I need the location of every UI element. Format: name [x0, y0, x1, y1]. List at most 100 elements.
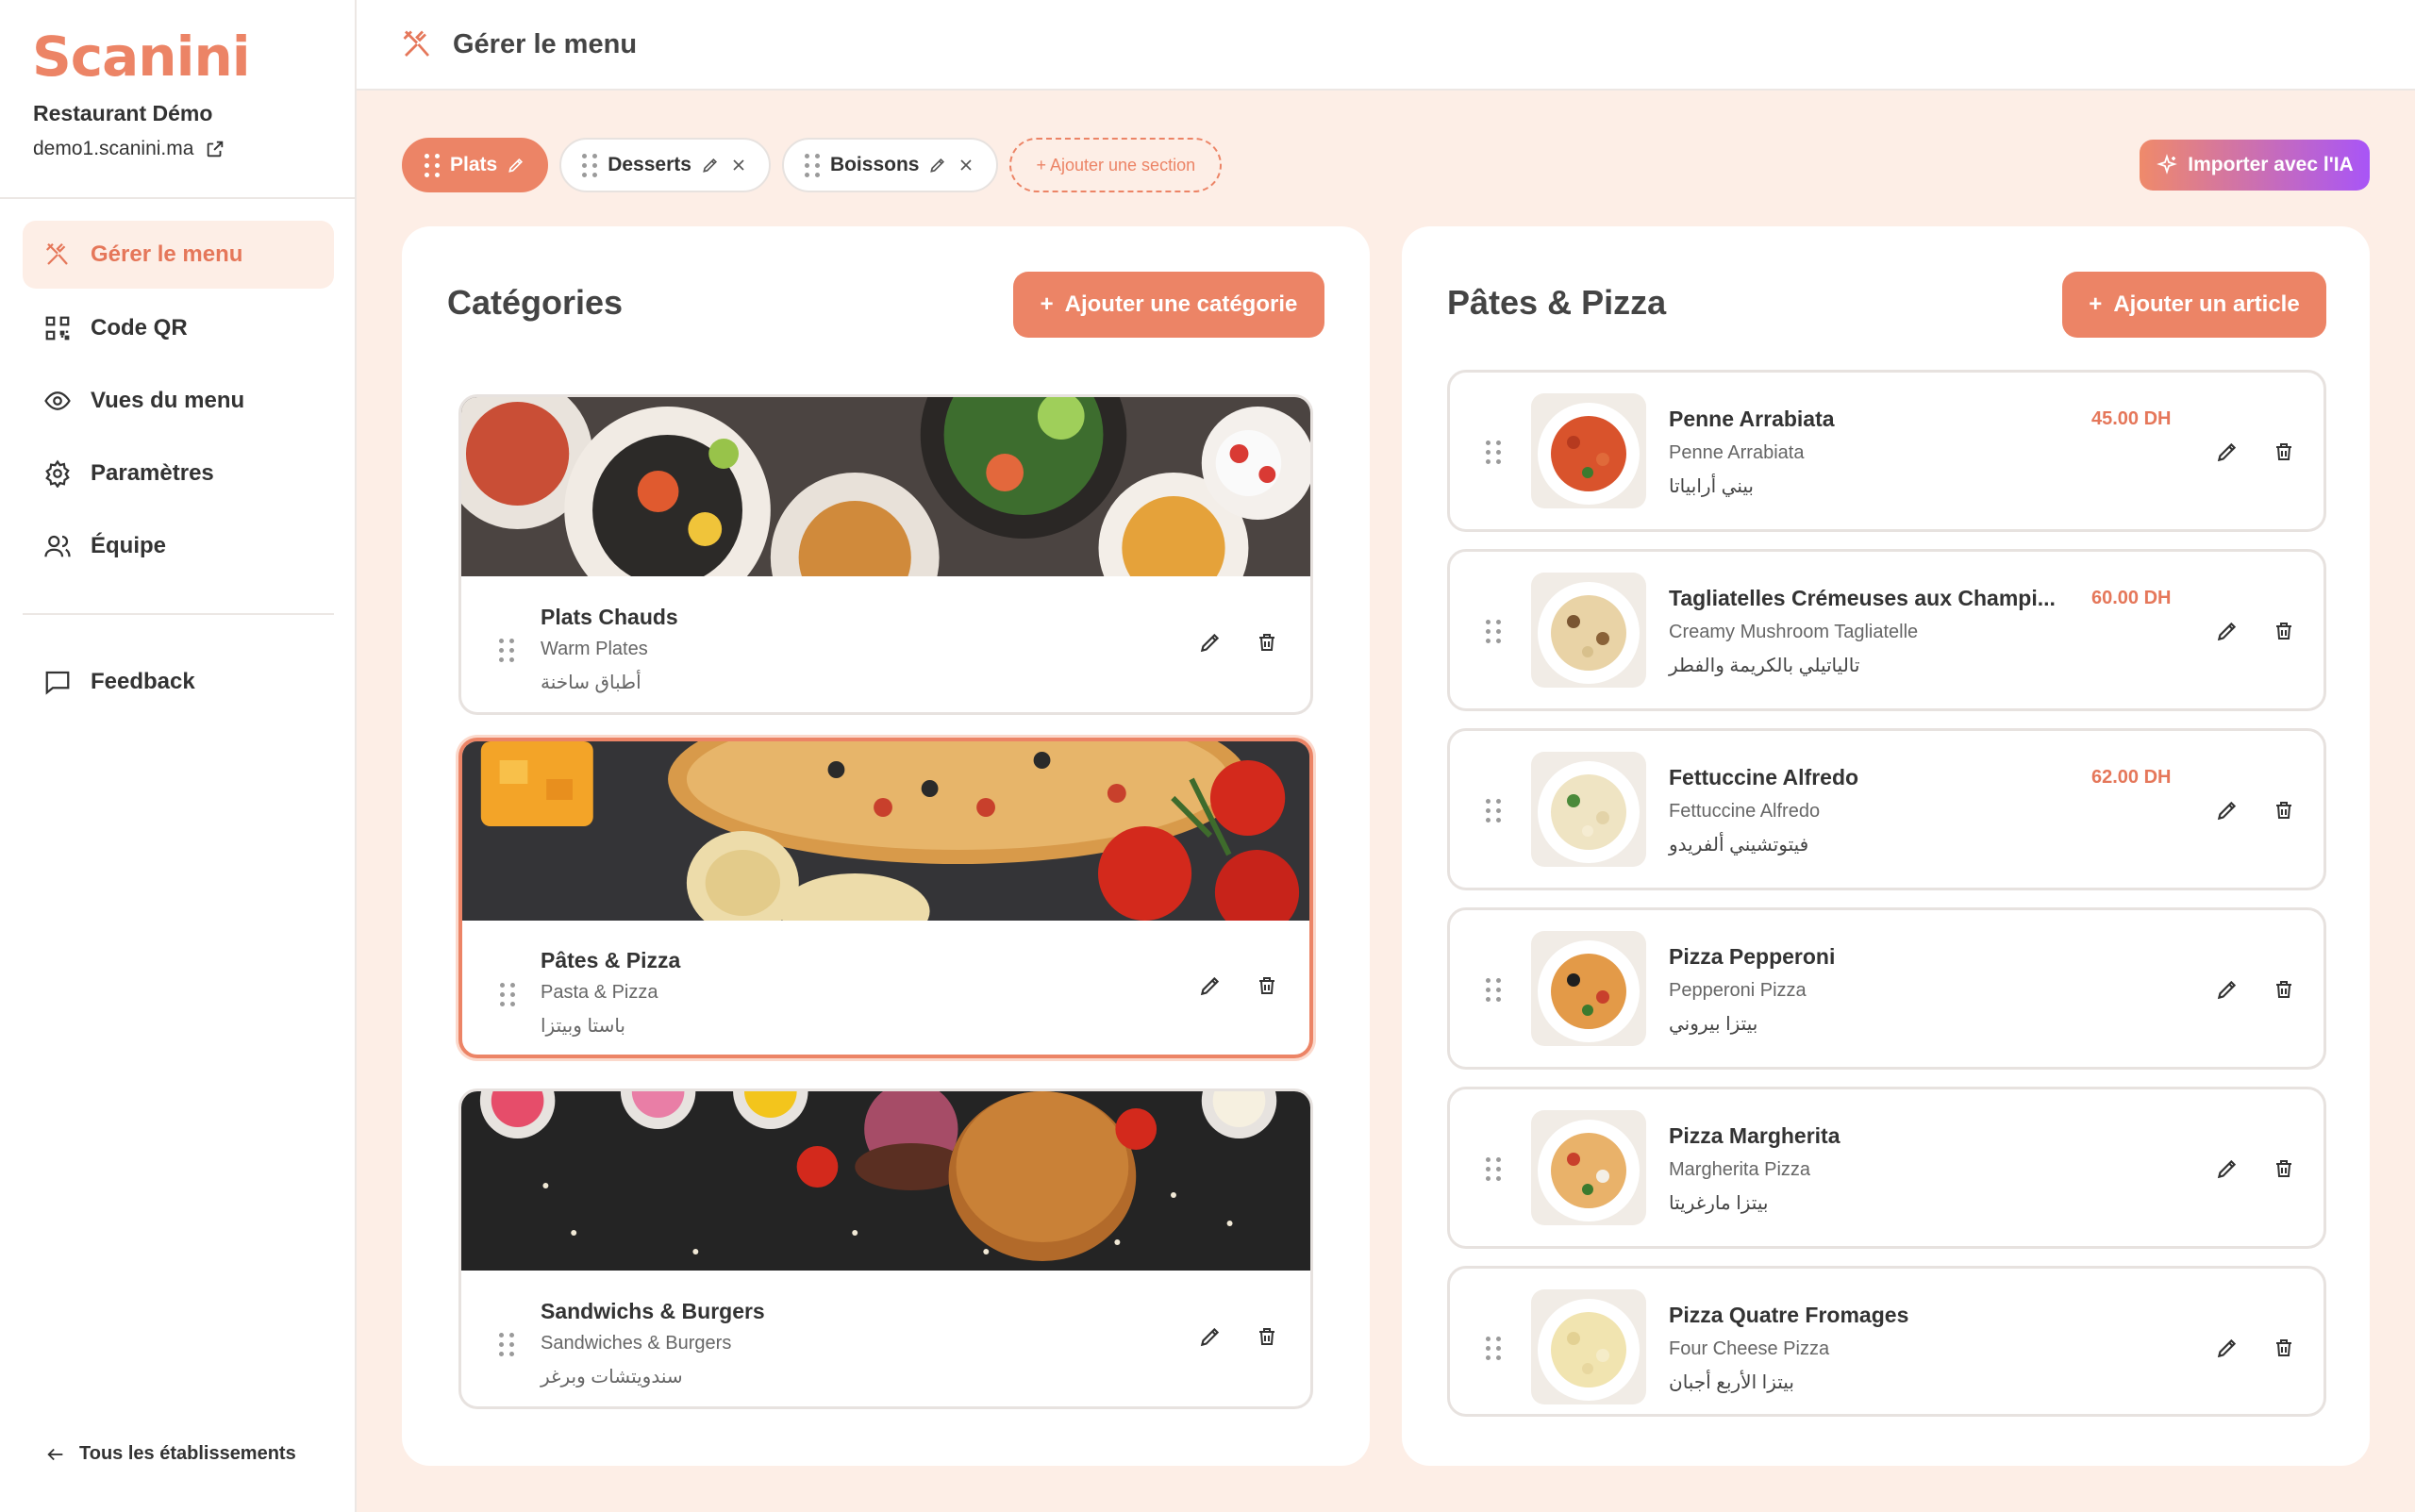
- edit-button[interactable]: [2210, 1152, 2244, 1186]
- sidebar-item-team[interactable]: Équipe: [23, 512, 334, 580]
- delete-button[interactable]: [1250, 625, 1284, 659]
- sparkles-icon: [2157, 154, 2178, 174]
- category-image: [461, 1091, 1310, 1271]
- delete-button[interactable]: [2267, 1152, 2301, 1186]
- all-establishments-link[interactable]: Tous les établissements: [45, 1443, 296, 1465]
- item-thumbnail: [1531, 931, 1646, 1046]
- tab-label: Desserts: [608, 154, 691, 175]
- restaurant-name: Restaurant Démo: [33, 101, 213, 125]
- drag-handle-icon[interactable]: [1486, 440, 1502, 464]
- delete-button[interactable]: [2267, 435, 2301, 469]
- item-name-en: Fettuccine Alfredo: [1669, 801, 1821, 822]
- drag-handle-icon[interactable]: [1486, 620, 1502, 643]
- drag-handle-icon[interactable]: [582, 153, 598, 177]
- delete-button[interactable]: [2267, 614, 2301, 648]
- eye-icon: [44, 391, 71, 410]
- pencil-icon[interactable]: [701, 156, 720, 174]
- item-price: 45.00 DH: [2091, 408, 2172, 429]
- drag-handle-icon[interactable]: [804, 153, 821, 177]
- pencil-icon: [2217, 622, 2237, 641]
- tab-boissons[interactable]: Boissons: [781, 138, 999, 192]
- sidebar-item-label: Vues du menu: [91, 388, 245, 413]
- sidebar-item-qr-code[interactable]: Code QR: [23, 294, 334, 362]
- drag-handle-icon[interactable]: [1486, 1157, 1502, 1181]
- app-logo[interactable]: Scanini: [32, 25, 251, 89]
- items-panel: Pâtes & Pizza + Ajouter un article Penne…: [1402, 226, 2370, 1466]
- edit-button[interactable]: [2210, 793, 2244, 827]
- sidebar-item-feedback[interactable]: Feedback: [23, 648, 334, 716]
- drag-handle-icon[interactable]: [1486, 1337, 1502, 1360]
- item-price: 60.00 DH: [2091, 588, 2172, 608]
- edit-button[interactable]: [1193, 969, 1227, 1003]
- item-card[interactable]: Penne Arrabiata Penne Arrabiata بيني أرا…: [1447, 370, 2326, 532]
- restaurant-url-link[interactable]: demo1.scanini.ma: [33, 138, 225, 160]
- trash-icon: [2276, 1160, 2291, 1177]
- category-name-en: Warm Plates: [541, 639, 648, 659]
- sidebar-item-manage-menu[interactable]: Gérer le menu: [23, 221, 334, 289]
- categories-title: Catégories: [447, 283, 624, 322]
- category-card-selected[interactable]: Pâtes & Pizza Pasta & Pizza باستا وبيتزا: [458, 738, 1313, 1058]
- pencil-icon: [2217, 980, 2237, 1000]
- section-tabs: Plats Desserts Boissons + Ajouter une se…: [402, 138, 1223, 192]
- tab-label: Boissons: [829, 154, 920, 175]
- edit-button[interactable]: [2210, 614, 2244, 648]
- delete-button[interactable]: [2267, 1331, 2301, 1365]
- pencil-icon[interactable]: [507, 156, 525, 174]
- category-name-ar: باستا وبيتزا: [541, 1016, 625, 1037]
- drag-handle-icon[interactable]: [499, 1333, 515, 1356]
- item-card[interactable]: Pizza Pepperoni Pepperoni Pizza بيتزا بي…: [1447, 907, 2326, 1070]
- item-name: Fettuccine Alfredo: [1669, 765, 1859, 789]
- plus-icon: +: [1040, 291, 1054, 317]
- edit-button[interactable]: [2210, 435, 2244, 469]
- drag-handle-icon[interactable]: [1486, 799, 1502, 822]
- drag-handle-icon[interactable]: [425, 153, 441, 177]
- edit-button[interactable]: [1193, 625, 1227, 659]
- item-thumbnail: [1531, 573, 1646, 688]
- pencil-icon: [2217, 1338, 2237, 1358]
- utensils-icon: [403, 30, 430, 57]
- sidebar: Scanini Restaurant Démo demo1.scanini.ma…: [0, 0, 357, 1512]
- qr-code-icon: [45, 316, 70, 341]
- item-card[interactable]: Pizza Quatre Fromages Four Cheese Pizza …: [1447, 1266, 2326, 1417]
- close-icon[interactable]: [957, 156, 975, 174]
- edit-button[interactable]: [2210, 972, 2244, 1006]
- item-name: Pizza Pepperoni: [1669, 944, 1836, 969]
- edit-button[interactable]: [2210, 1331, 2244, 1365]
- category-card[interactable]: Sandwichs & Burgers Sandwiches & Burgers…: [458, 1088, 1313, 1409]
- trash-icon: [2276, 1339, 2291, 1356]
- add-item-button[interactable]: + Ajouter un article: [2062, 272, 2326, 338]
- sidebar-item-menu-views[interactable]: Vues du menu: [23, 367, 334, 435]
- edit-button[interactable]: [1193, 1320, 1227, 1354]
- item-card[interactable]: Tagliatelles Crémeuses aux Champi... Cre…: [1447, 549, 2326, 711]
- pencil-icon[interactable]: [928, 156, 947, 174]
- item-thumbnail: [1531, 1110, 1646, 1225]
- page-header: Gérer le menu: [357, 0, 2415, 91]
- pencil-icon: [2217, 1159, 2237, 1179]
- delete-button[interactable]: [2267, 972, 2301, 1006]
- trash-icon: [2276, 443, 2291, 460]
- import-ai-button[interactable]: Importer avec l'IA: [2140, 140, 2370, 191]
- add-section-button[interactable]: + Ajouter une section: [1009, 138, 1223, 192]
- close-icon[interactable]: [729, 156, 748, 174]
- item-name: Penne Arrabiata: [1669, 407, 1835, 431]
- delete-button[interactable]: [2267, 793, 2301, 827]
- category-name-en: Pasta & Pizza: [541, 982, 658, 1003]
- category-card[interactable]: Plats Chauds Warm Plates أطباق ساخنة: [458, 394, 1313, 715]
- delete-button[interactable]: [1250, 1320, 1284, 1354]
- tab-desserts[interactable]: Desserts: [559, 138, 771, 192]
- external-link-icon[interactable]: [205, 139, 225, 159]
- pencil-icon: [1200, 633, 1220, 653]
- restaurant-url[interactable]: demo1.scanini.ma: [33, 138, 193, 160]
- delete-button[interactable]: [1250, 969, 1284, 1003]
- item-card[interactable]: Pizza Margherita Margherita Pizza بيتزا …: [1447, 1087, 2326, 1249]
- drag-handle-icon[interactable]: [499, 639, 515, 662]
- tab-plats[interactable]: Plats: [402, 138, 549, 192]
- add-category-button[interactable]: + Ajouter une catégorie: [1013, 272, 1324, 338]
- drag-handle-icon[interactable]: [1486, 978, 1502, 1002]
- sidebar-item-settings[interactable]: Paramètres: [23, 440, 334, 507]
- tab-label: Plats: [450, 154, 498, 175]
- item-card[interactable]: Fettuccine Alfredo Fettuccine Alfredo في…: [1447, 728, 2326, 890]
- trash-icon: [1259, 1328, 1274, 1345]
- item-name-ar: بيتزا مارغريتا: [1669, 1193, 1769, 1214]
- drag-handle-icon[interactable]: [500, 983, 516, 1006]
